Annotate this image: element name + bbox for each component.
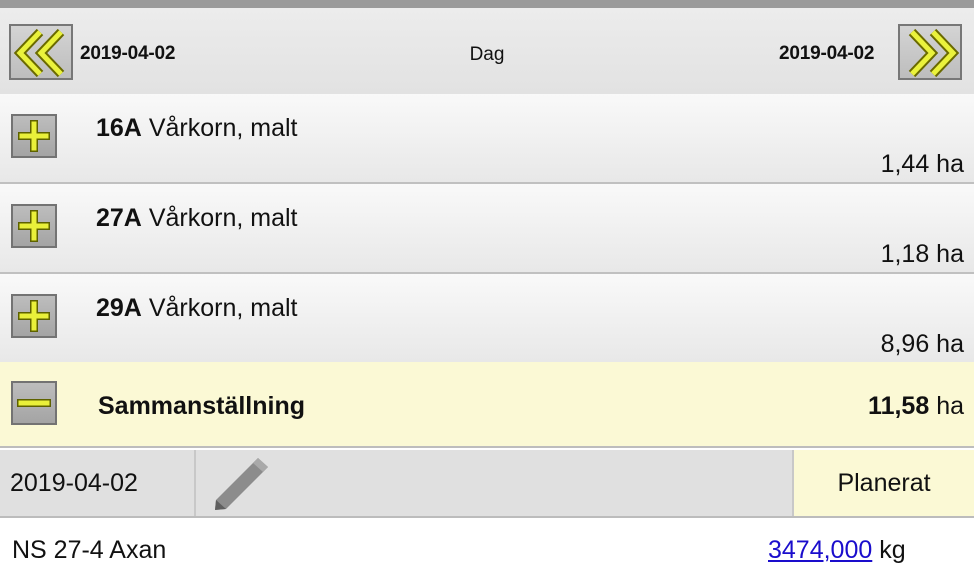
- field-id: 27A: [96, 204, 142, 232]
- field-label: 16A Vårkorn, malt: [96, 114, 298, 143]
- plus-icon: [18, 120, 50, 152]
- field-label: 29A Vårkorn, malt: [96, 294, 298, 323]
- to-date: 2019-04-02: [779, 43, 875, 64]
- expand-button[interactable]: [11, 114, 57, 158]
- field-area: 8,96 ha: [880, 330, 964, 358]
- product-amount-link[interactable]: 3474,000: [768, 536, 872, 564]
- field-crop: Vårkorn, malt: [148, 204, 298, 232]
- next-date-button[interactable]: [898, 24, 962, 80]
- pencil-icon: [215, 458, 268, 510]
- field-crop: Vårkorn, malt: [148, 114, 298, 142]
- plus-icon: [18, 300, 50, 332]
- field-area: 1,18 ha: [880, 240, 964, 268]
- entry-date: 2019-04-02: [0, 450, 196, 516]
- date-navigator: 2019-04-02 Dag 2019-04-02: [0, 8, 974, 96]
- summary-total-value: 11,58: [868, 392, 930, 420]
- status-badge: Planerat: [792, 450, 974, 516]
- collapse-button[interactable]: [11, 381, 57, 425]
- product-row: NS 27-4 Axan 3474,000 kg: [0, 518, 974, 571]
- field-label: 27A Vårkorn, malt: [96, 204, 298, 233]
- top-bar: [0, 0, 974, 8]
- summary-title: Sammanställning: [98, 392, 305, 420]
- minus-icon: [17, 399, 51, 407]
- plus-icon: [18, 210, 50, 242]
- product-unit: kg: [879, 536, 906, 564]
- field-crop: Vårkorn, malt: [148, 294, 298, 322]
- expand-button[interactable]: [11, 294, 57, 338]
- field-row[interactable]: 27A Vårkorn, malt 1,18 ha: [0, 184, 974, 274]
- field-id: 29A: [96, 294, 142, 322]
- double-chevron-right-icon: [908, 28, 960, 78]
- edit-button[interactable]: [206, 452, 276, 521]
- product-name: NS 27-4 Axan: [12, 536, 167, 564]
- summary-row[interactable]: Sammanställning 11,58 ha: [0, 362, 974, 448]
- expand-button[interactable]: [11, 204, 57, 248]
- product-amount: 3474,000 kg: [768, 536, 906, 565]
- field-row[interactable]: 29A Vårkorn, malt 8,96 ha: [0, 274, 974, 364]
- entry-bar: 2019-04-02 Planerat: [0, 450, 974, 518]
- summary-total: 11,58 ha: [868, 392, 964, 421]
- field-row[interactable]: 16A Vårkorn, malt 1,44 ha: [0, 94, 974, 184]
- summary-total-unit: ha: [936, 392, 964, 420]
- field-area: 1,44 ha: [880, 150, 964, 178]
- field-id: 16A: [96, 114, 142, 142]
